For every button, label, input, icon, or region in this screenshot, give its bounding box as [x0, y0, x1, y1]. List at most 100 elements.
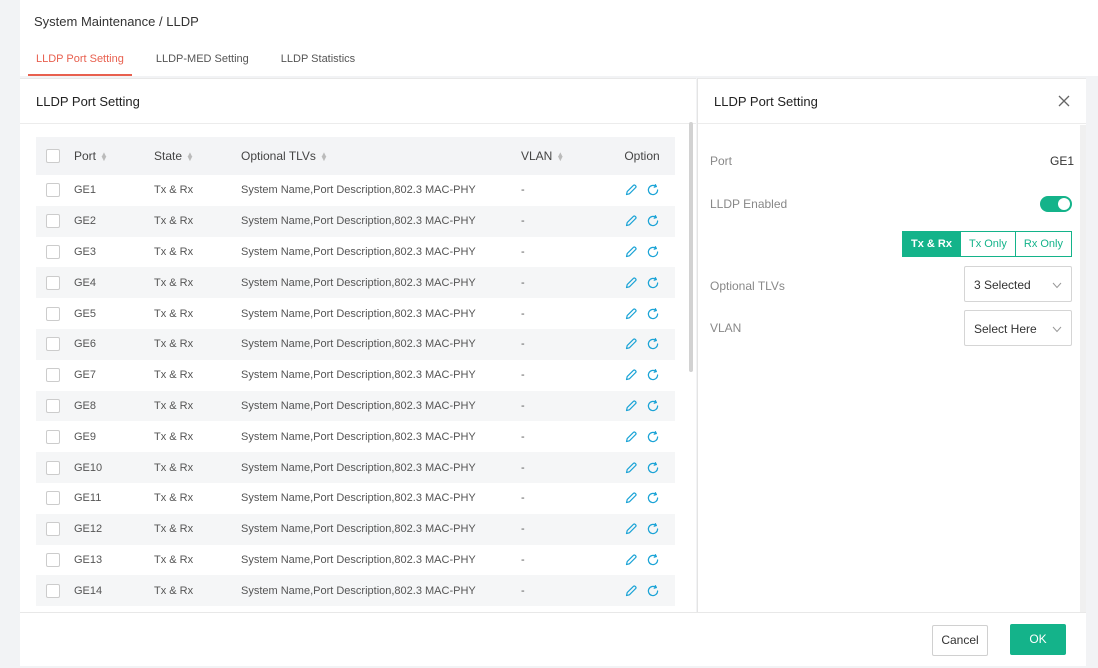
state-cell: Tx & Rx	[154, 513, 241, 545]
sort-icon[interactable]: ▲ ▼	[556, 150, 564, 162]
optional-tlvs-select[interactable]: 3 Selected	[964, 266, 1072, 302]
option-cell	[609, 452, 675, 483]
refresh-icon[interactable]	[646, 584, 660, 598]
row-checkbox[interactable]	[46, 429, 60, 444]
cancel-button[interactable]: Cancel	[932, 625, 988, 656]
vlan-label: VLAN	[710, 321, 742, 335]
optional-tlvs-cell: System Name,Port Description,802.3 MAC-P…	[241, 513, 521, 545]
column-label: Optional TLVs	[241, 149, 316, 163]
lldp-enabled-toggle[interactable]	[1040, 196, 1072, 212]
state-cell: Tx & Rx	[154, 328, 241, 360]
close-icon[interactable]	[1056, 93, 1072, 109]
vlan-cell: -	[521, 267, 609, 299]
row-checkbox[interactable]	[46, 491, 60, 506]
edit-icon[interactable]	[624, 276, 638, 290]
port-cell: GE6	[74, 328, 154, 360]
row-checkbox[interactable]	[46, 398, 60, 413]
refresh-icon[interactable]	[646, 430, 660, 444]
table-row: GE7 Tx & Rx System Name,Port Description,8…	[36, 360, 675, 391]
option-cell	[609, 545, 675, 576]
refresh-icon[interactable]	[646, 276, 660, 290]
row-checkbox[interactable]	[46, 183, 60, 198]
edit-icon[interactable]	[624, 337, 638, 351]
vlan-cell: -	[521, 452, 609, 483]
row-checkbox[interactable]	[46, 306, 60, 321]
row-checkbox[interactable]	[46, 522, 60, 537]
row-checkbox[interactable]	[46, 337, 60, 352]
port-cell: GE10	[74, 452, 154, 483]
option-cell	[609, 205, 675, 237]
mode-tx-only-button[interactable]: Tx Only	[960, 231, 1016, 257]
edit-icon[interactable]	[624, 307, 638, 321]
refresh-icon[interactable]	[646, 399, 660, 413]
port-cell: GE7	[74, 369, 97, 382]
tab-lldp-port-setting[interactable]: LLDP Port Setting	[28, 42, 132, 76]
select-all-checkbox[interactable]	[46, 149, 60, 164]
column-header-state[interactable]: State ▲ ▼	[154, 137, 241, 175]
row-checkbox[interactable]	[46, 368, 60, 383]
option-cell	[609, 237, 675, 268]
edit-icon[interactable]	[624, 491, 638, 505]
refresh-icon[interactable]	[646, 461, 660, 475]
column-header-optional-tlvs[interactable]: Optional TLVs ▲ ▼	[241, 137, 521, 175]
refresh-icon[interactable]	[646, 307, 660, 321]
refresh-icon[interactable]	[646, 491, 660, 505]
column-label: VLAN	[521, 149, 553, 163]
sort-icon[interactable]: ▲ ▼	[320, 150, 328, 162]
table-row: GE2 Tx & Rx System Name,Port Description,8…	[36, 205, 675, 237]
mode-rx-only-button[interactable]: Rx Only	[1015, 231, 1072, 257]
port-cell: GE2	[74, 205, 154, 237]
refresh-icon[interactable]	[646, 183, 660, 197]
vlan-select[interactable]: Select Here	[964, 310, 1072, 346]
edit-icon[interactable]	[624, 368, 638, 382]
refresh-icon[interactable]	[646, 522, 660, 536]
edit-icon[interactable]	[624, 399, 638, 413]
port-list-panel: LLDP Port Setting Port ▲ ▼ State ▲ ▼ Optiona…	[20, 78, 696, 612]
column-header-port[interactable]: Port ▲ ▼	[74, 137, 154, 175]
refresh-icon[interactable]	[646, 337, 660, 351]
row-checkbox[interactable]	[46, 583, 60, 598]
table-scrollbar[interactable]	[689, 122, 693, 372]
vlan-cell: -	[521, 205, 609, 237]
refresh-icon[interactable]	[646, 214, 660, 228]
edit-icon[interactable]	[624, 461, 638, 475]
edit-icon[interactable]	[624, 245, 638, 259]
sort-icon[interactable]: ▲ ▼	[100, 150, 108, 162]
refresh-icon[interactable]	[646, 553, 660, 567]
tab-lldp-statistics[interactable]: LLDP Statistics	[273, 42, 363, 76]
row-checkbox[interactable]	[46, 460, 60, 475]
tab-lldp-med-setting[interactable]: LLDP-MED Setting	[148, 42, 257, 76]
vlan-cell: -	[521, 307, 525, 320]
column-header-vlan[interactable]: VLAN ▲ ▼	[521, 137, 609, 175]
state-cell: Tx & Rx	[154, 390, 241, 422]
vlan-cell: -	[521, 575, 609, 607]
optional-tlvs-cell: System Name,Port Description,802.3 MAC-P…	[241, 307, 476, 320]
page-header: System Maintenance / LLDP LLDP Port Sett…	[20, 0, 1098, 76]
column-label: State	[154, 149, 183, 163]
row-checkbox[interactable]	[46, 275, 60, 290]
sort-icon[interactable]: ▲ ▼	[186, 150, 194, 162]
edit-icon[interactable]	[624, 214, 638, 228]
port-table-container[interactable]: Port ▲ ▼ State ▲ ▼ Optional TLVs ▲ ▼ VLAN ▲ ▼ Op…	[36, 137, 675, 613]
edit-icon[interactable]	[624, 553, 638, 567]
mode-tx-rx-button[interactable]: Tx & Rx	[902, 231, 961, 257]
port-value: GE1	[1049, 154, 1074, 168]
port-cell: GE14	[74, 575, 154, 607]
row-checkbox[interactable]	[46, 214, 60, 229]
optional-tlvs-cell: System Name,Port Description,802.3 MAC-P…	[241, 205, 521, 237]
option-cell	[609, 390, 675, 422]
ok-button[interactable]: OK	[1010, 624, 1066, 655]
refresh-icon[interactable]	[646, 245, 660, 259]
row-checkbox[interactable]	[46, 244, 60, 259]
edit-icon[interactable]	[624, 584, 638, 598]
refresh-icon[interactable]	[646, 368, 660, 382]
tab-bar: LLDP Port Setting LLDP-MED Setting LLDP …	[28, 42, 379, 76]
edit-panel-scrollbar[interactable]	[1080, 125, 1086, 613]
edit-icon[interactable]	[624, 183, 638, 197]
optional-tlvs-value: 3 Selected	[974, 278, 1031, 292]
row-checkbox[interactable]	[46, 552, 60, 567]
edit-icon[interactable]	[624, 430, 638, 444]
port-cell: GE5	[74, 307, 97, 320]
edit-icon[interactable]	[624, 522, 638, 536]
table-row: GE1 Tx & Rx System Name,Port Description,8…	[36, 175, 675, 206]
